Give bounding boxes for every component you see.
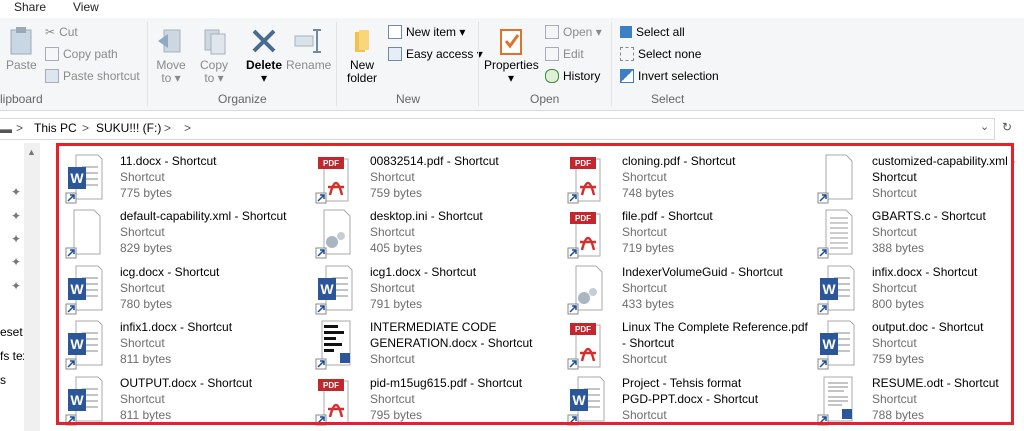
menu-share[interactable]: Share xyxy=(14,0,46,14)
rename-icon xyxy=(294,29,321,53)
open-label: Open ▾ xyxy=(563,25,602,39)
copy-to-icon xyxy=(204,29,226,55)
highlight-box xyxy=(56,143,1014,425)
ribbon: Paste ✂ Cut Copy path Paste shortcut lipb… xyxy=(0,18,1024,111)
nav-item[interactable]: eset xyxy=(0,325,23,339)
address-bar: ▬ > This PC > SUKU!!! (F:) > > ⌄ ↻ xyxy=(0,115,1024,141)
delete-button[interactable]: Delete ▾ xyxy=(244,26,284,85)
menu-view[interactable]: View xyxy=(73,0,99,14)
cut-label: Cut xyxy=(59,25,78,39)
paste-button[interactable]: Paste xyxy=(6,26,37,72)
nav-item[interactable]: s xyxy=(0,373,6,387)
paste-shortcut-icon xyxy=(45,69,59,83)
refresh-icon[interactable]: ↻ xyxy=(1002,120,1012,134)
open-button[interactable]: Open ▾ xyxy=(545,25,602,39)
easy-access-icon xyxy=(388,47,402,61)
scissors-icon: ✂ xyxy=(45,25,56,39)
breadcrumb-chevron-icon: > xyxy=(164,121,172,135)
invert-selection-label: Invert selection xyxy=(638,69,719,83)
paste-label: Paste xyxy=(6,58,37,72)
divider xyxy=(336,22,337,106)
breadcrumb-this-pc[interactable]: This PC xyxy=(34,121,77,135)
select-all-icon xyxy=(620,26,632,38)
divider xyxy=(611,22,612,106)
address-dropdown-icon[interactable]: ⌄ xyxy=(980,120,989,133)
new-item-button[interactable]: New item ▾ xyxy=(388,25,465,39)
select-all-button[interactable]: Select all xyxy=(620,25,685,39)
new-item-icon xyxy=(388,25,402,39)
folder-icon xyxy=(355,30,369,52)
pin-icon[interactable]: ✦ xyxy=(11,232,21,246)
edit-label: Edit xyxy=(563,47,584,61)
delete-x-icon xyxy=(252,29,276,53)
copy-path-icon xyxy=(45,47,59,61)
breadcrumb-chevron-icon: > xyxy=(82,121,90,135)
edit-button[interactable]: Edit xyxy=(545,47,584,61)
divider xyxy=(147,22,148,106)
copy-path-button[interactable]: Copy path xyxy=(45,47,118,61)
select-none-button[interactable]: Select none xyxy=(620,47,701,61)
invert-selection-icon xyxy=(620,69,634,83)
rename-label: Rename xyxy=(286,58,332,72)
clipboard-icon xyxy=(10,27,32,55)
menu-bar: Share View xyxy=(0,0,1024,18)
select-none-label: Select none xyxy=(638,47,702,61)
move-to-icon xyxy=(158,29,181,53)
copy-to-button[interactable]: Copy to ▾ xyxy=(196,26,232,85)
organize-group-label: Organize xyxy=(218,92,267,106)
open-icon xyxy=(545,25,559,39)
new-group-label: New xyxy=(396,92,421,106)
invert-selection-button[interactable]: Invert selection xyxy=(620,69,719,83)
divider xyxy=(478,22,479,106)
history-label: History xyxy=(563,69,601,83)
pin-icon[interactable]: ✦ xyxy=(11,209,21,223)
pin-icon[interactable]: ✦ xyxy=(11,255,21,269)
breadcrumb-drive[interactable]: SUKU!!! (F:) xyxy=(96,121,161,135)
delete-arrow: ▾ xyxy=(260,71,268,85)
breadcrumb-chevron-icon: > xyxy=(16,121,24,135)
move-to-arrow: to ▾ xyxy=(161,71,181,85)
rename-button[interactable]: Rename xyxy=(286,26,332,72)
drive-icon: ▬ xyxy=(0,122,12,136)
copy-path-label: Copy path xyxy=(63,47,118,61)
edit-icon xyxy=(545,47,559,61)
paste-shortcut-label: Paste shortcut xyxy=(63,69,140,83)
pin-icon[interactable]: ✦ xyxy=(11,185,21,199)
nav-scrollbar[interactable]: ▲ xyxy=(24,143,40,431)
properties-arrow: ▾ xyxy=(507,71,515,85)
easy-access-label: Easy access ▾ xyxy=(406,47,483,61)
pin-icon[interactable]: ✦ xyxy=(11,279,21,293)
history-button[interactable]: History xyxy=(545,69,600,83)
breadcrumb-chevron-icon: > xyxy=(184,121,192,135)
new-folder-button[interactable]: New folder xyxy=(340,26,384,85)
new-folder-label-2: folder xyxy=(346,71,378,85)
clipboard-group-label: lipboard xyxy=(0,92,43,106)
open-group-label: Open xyxy=(530,92,560,106)
copy-to-arrow: to ▾ xyxy=(204,71,224,85)
properties-button[interactable]: Properties ▾ xyxy=(484,26,539,85)
select-all-label: Select all xyxy=(636,25,685,39)
select-none-icon xyxy=(620,47,634,61)
paste-shortcut-button[interactable]: Paste shortcut xyxy=(45,69,140,83)
history-icon xyxy=(545,69,559,83)
easy-access-button[interactable]: Easy access ▾ xyxy=(388,47,483,61)
cut-button[interactable]: ✂ Cut xyxy=(45,25,78,39)
new-item-label: New item ▾ xyxy=(406,25,466,39)
properties-icon xyxy=(500,29,522,55)
select-group-label: Select xyxy=(651,92,685,106)
scroll-up-icon[interactable]: ▲ xyxy=(27,147,36,157)
move-to-button[interactable]: Move to ▾ xyxy=(153,26,189,85)
